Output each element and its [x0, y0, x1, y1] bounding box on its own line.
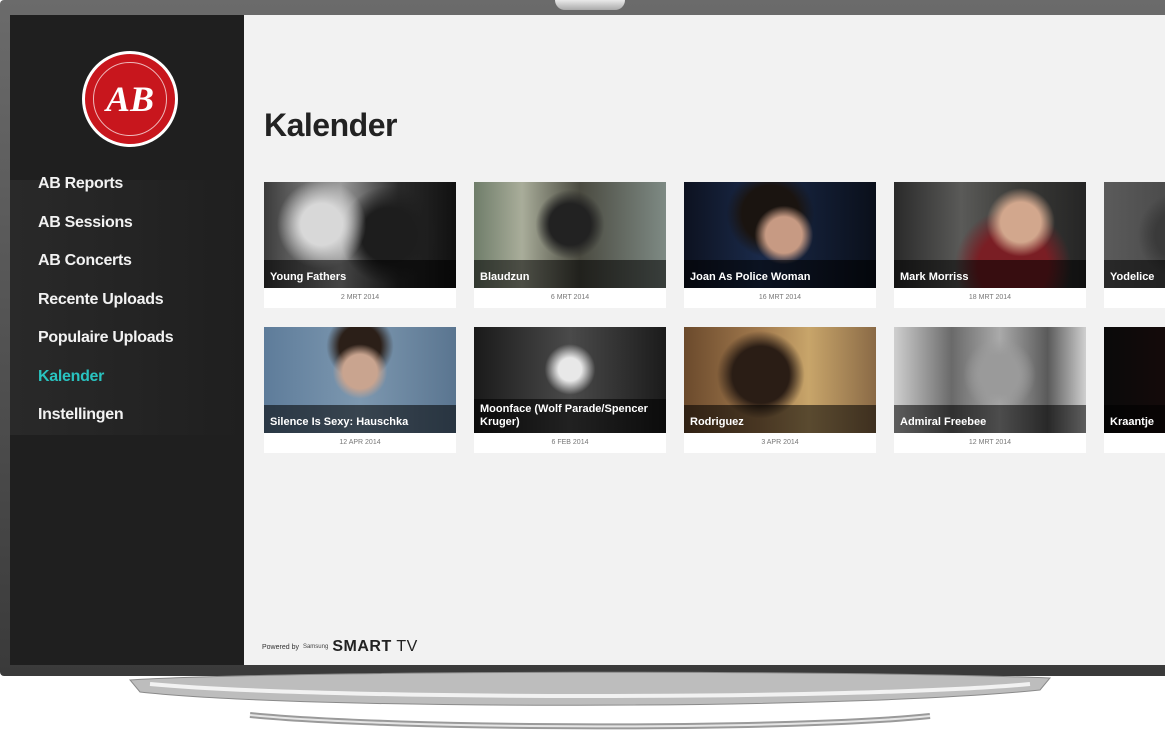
ab-logo-ring: AB [93, 62, 167, 136]
event-title: Admiral Freebee [894, 405, 1086, 433]
tv-stand [128, 671, 1052, 730]
calendar-card[interactable]: Admiral Freebee 12 MRT 2014 [894, 327, 1086, 453]
event-thumbnail: Blaudzun [474, 182, 666, 288]
calendar-card[interactable]: Kraantje [1104, 327, 1165, 453]
page-title: Kalender [264, 107, 397, 143]
powered-by-footer: Powered by Samsung SMART TV [262, 638, 418, 656]
sidebar: AB AB Reports AB Sessions AB Concerts Re… [10, 15, 244, 665]
sidebar-item-kalender[interactable]: Kalender [38, 358, 173, 397]
event-thumbnail: Admiral Freebee [894, 327, 1086, 433]
event-thumbnail: Mark Morriss [894, 182, 1086, 288]
smart-tv-logo-smart: SMART [332, 638, 392, 655]
tv-camera-knob [555, 0, 625, 10]
sidebar-nav: AB Reports AB Sessions AB Concerts Recen… [38, 165, 174, 435]
event-title: Rodriguez [684, 405, 876, 433]
event-title: Moonface (Wolf Parade/Spencer Kruger) [474, 399, 666, 433]
event-thumbnail: Moonface (Wolf Parade/Spencer Kruger) [474, 327, 666, 433]
tv-screen: AB AB Reports AB Sessions AB Concerts Re… [10, 15, 1165, 665]
event-thumbnail: Yodelice [1104, 182, 1165, 288]
smart-tv-logo: SMART TV [332, 638, 418, 656]
event-date: 6 FEB 2014 [551, 439, 589, 446]
calendar-card[interactable]: Yodelice [1104, 182, 1165, 308]
event-thumbnail: Joan As Police Woman [684, 182, 876, 288]
event-thumbnail: Kraantje [1104, 327, 1165, 433]
event-date: 6 MRT 2014 [550, 294, 590, 301]
event-title: Kraantje [1104, 405, 1165, 433]
sidebar-item-ab-sessions[interactable]: AB Sessions [38, 204, 173, 243]
calendar-card[interactable]: Young Fathers 2 MRT 2014 [264, 182, 456, 308]
event-thumbnail: Young Fathers [264, 182, 456, 288]
event-thumbnail: Rodriguez [684, 327, 876, 433]
smart-tv-logo-tv: TV [391, 638, 418, 655]
event-date: 2 MRT 2014 [340, 294, 380, 301]
calendar-card[interactable]: Joan As Police Woman 16 MRT 2014 [684, 182, 876, 308]
calendar-card[interactable]: Silence Is Sexy: Hauschka 12 APR 2014 [264, 327, 456, 453]
event-date: 3 APR 2014 [761, 439, 799, 446]
event-date: 12 MRT 2014 [968, 439, 1012, 446]
event-date [1104, 433, 1165, 453]
calendar-card[interactable]: Moonface (Wolf Parade/Spencer Kruger) 6 … [474, 327, 666, 453]
calendar-card[interactable]: Blaudzun 6 MRT 2014 [474, 182, 666, 308]
event-date: 16 MRT 2014 [758, 294, 802, 301]
sidebar-item-instellingen[interactable]: Instellingen [38, 396, 173, 435]
sidebar-item-populaire-uploads[interactable]: Populaire Uploads [38, 319, 174, 358]
event-title: Young Fathers [264, 260, 456, 288]
samsung-label: Samsung [302, 644, 329, 650]
event-title: Blaudzun [474, 260, 666, 288]
sidebar-item-recente-uploads[interactable]: Recente Uploads [38, 281, 173, 320]
ab-logo-text: AB [105, 79, 155, 119]
event-title: Joan As Police Woman [684, 260, 876, 288]
sidebar-item-ab-concerts[interactable]: AB Concerts [38, 242, 173, 281]
tv-frame: AB AB Reports AB Sessions AB Concerts Re… [0, 0, 1165, 676]
event-date: 12 APR 2014 [339, 439, 381, 446]
calendar-card[interactable]: Rodriguez 3 APR 2014 [684, 327, 876, 453]
event-date: 18 MRT 2014 [968, 294, 1012, 301]
calendar-card[interactable]: Mark Morriss 18 MRT 2014 [894, 182, 1086, 308]
event-thumbnail: Silence Is Sexy: Hauschka [264, 327, 456, 433]
event-date [1104, 288, 1165, 308]
sidebar-item-ab-reports[interactable]: AB Reports [38, 165, 173, 204]
event-title: Mark Morriss [894, 260, 1086, 288]
powered-by-label: Powered by [262, 643, 299, 651]
ab-logo: AB [82, 51, 178, 147]
event-title: Yodelice [1104, 260, 1165, 288]
event-title: Silence Is Sexy: Hauschka [264, 405, 456, 433]
